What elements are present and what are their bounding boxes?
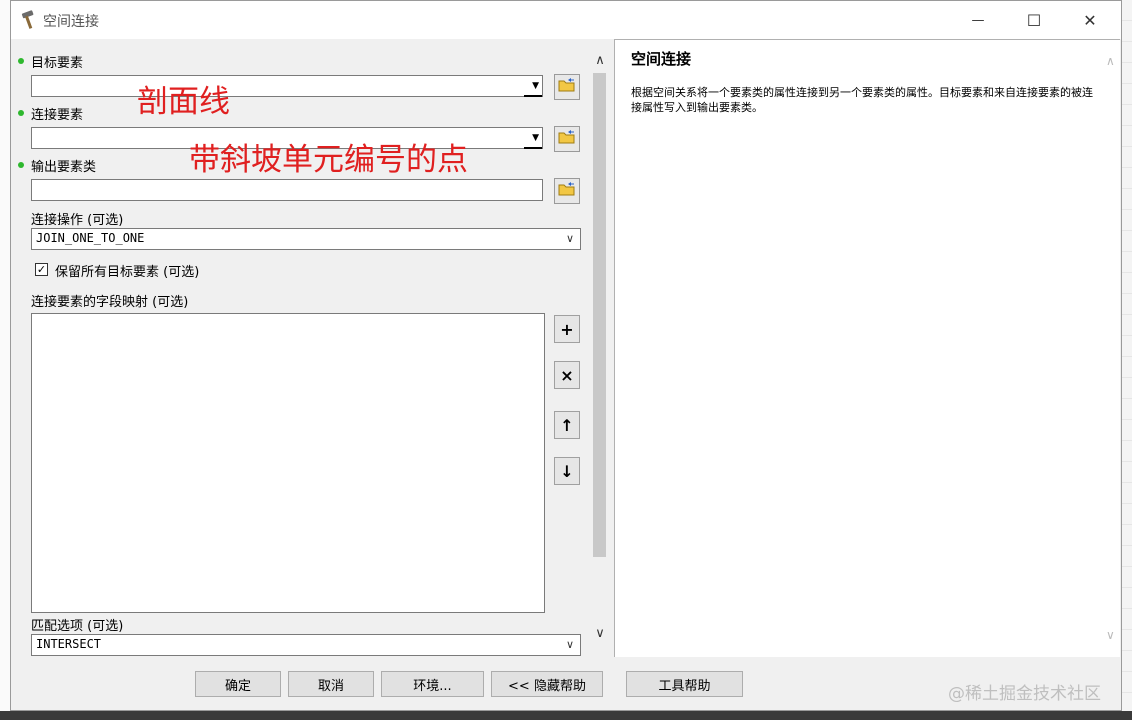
spatial-join-dialog: 空间连接 — ☐ ✕ 目标要素 ▼ 剖面线 连接要素 ▼ 带斜坡单元编号的点 输… bbox=[10, 0, 1122, 711]
window-title: 空间连接 bbox=[43, 14, 99, 30]
help-description: 根据空间关系将一个要素类的属性连接到另一个要素类的属性。目标要素和来自连接要素的… bbox=[631, 86, 1093, 114]
arrow-up-icon: ↑ bbox=[560, 415, 574, 435]
join-operation-label: 连接操作 (可选) bbox=[31, 213, 124, 228]
required-indicator-icon bbox=[18, 58, 24, 64]
taskbar-strip bbox=[0, 711, 1132, 720]
tool-help-button[interactable]: 工具帮助 bbox=[626, 671, 743, 697]
join-features-browse-button[interactable] bbox=[554, 126, 580, 152]
folder-open-icon bbox=[558, 181, 576, 201]
maximize-button[interactable]: ☐ bbox=[1011, 1, 1057, 39]
match-option-label: 匹配选项 (可选) bbox=[31, 619, 124, 634]
minimize-button[interactable]: — bbox=[955, 1, 1001, 39]
output-feature-class-input[interactable] bbox=[31, 179, 543, 201]
help-panel: 空间连接 根据空间关系将一个要素类的属性连接到另一个要素类的属性。目标要素和来自… bbox=[614, 39, 1120, 657]
arrow-down-icon: ↓ bbox=[560, 461, 574, 481]
field-mapping-label: 连接要素的字段映射 (可选) bbox=[31, 295, 189, 310]
scroll-down-icon[interactable]: ∨ bbox=[591, 626, 609, 644]
watermark: @稀土掘金技术社区 bbox=[948, 684, 1101, 704]
check-icon: ✓ bbox=[36, 263, 47, 276]
help-title: 空间连接 bbox=[631, 50, 692, 68]
dropdown-arrow-icon[interactable]: ▼ bbox=[532, 133, 539, 143]
chevron-down-icon: ∨ bbox=[565, 638, 574, 651]
join-features-label: 连接要素 bbox=[31, 108, 84, 123]
match-option-select[interactable]: INTERSECT ∨ bbox=[31, 634, 581, 656]
title-bar: 空间连接 — ☐ ✕ bbox=[11, 1, 1121, 39]
dropdown-arrow-icon[interactable]: ▼ bbox=[532, 81, 539, 91]
required-indicator-icon bbox=[18, 110, 24, 116]
chevron-down-icon: ∨ bbox=[565, 232, 574, 245]
move-down-button[interactable]: ↓ bbox=[554, 457, 580, 485]
remove-icon: × bbox=[560, 365, 574, 385]
target-features-browse-button[interactable] bbox=[554, 74, 580, 100]
maximize-icon: ☐ bbox=[1026, 10, 1042, 30]
plus-icon: + bbox=[560, 319, 574, 339]
parameters-panel: 目标要素 ▼ 剖面线 连接要素 ▼ 带斜坡单元编号的点 输出要素类 连接操作 (… bbox=[11, 39, 611, 657]
output-feature-class-label: 输出要素类 bbox=[31, 160, 97, 175]
output-feature-class-browse-button[interactable] bbox=[554, 178, 580, 204]
close-button[interactable]: ✕ bbox=[1067, 1, 1113, 39]
join-operation-select[interactable]: JOIN_ONE_TO_ONE ∨ bbox=[31, 228, 581, 250]
required-indicator-icon bbox=[18, 162, 24, 168]
parameters-scrollbar[interactable]: ∧ ∨ bbox=[591, 51, 609, 651]
scroll-up-icon[interactable]: ∧ bbox=[1106, 54, 1118, 68]
add-field-button[interactable]: + bbox=[554, 315, 580, 343]
annotation-join: 带斜坡单元编号的点 bbox=[189, 142, 468, 178]
scroll-up-icon[interactable]: ∧ bbox=[591, 53, 609, 71]
target-features-combo[interactable]: ▼ bbox=[31, 75, 543, 97]
match-option-value: INTERSECT bbox=[36, 637, 102, 651]
annotation-target: 剖面线 bbox=[137, 84, 230, 120]
folder-open-icon bbox=[558, 77, 576, 97]
cancel-button[interactable]: 取消 bbox=[288, 671, 374, 697]
hammer-icon bbox=[19, 10, 39, 30]
environments-button[interactable]: 环境... bbox=[381, 671, 484, 697]
minimize-icon: — bbox=[971, 12, 985, 28]
remove-field-button[interactable]: × bbox=[554, 361, 580, 389]
hide-help-button[interactable]: << 隐藏帮助 bbox=[491, 671, 603, 697]
folder-open-icon bbox=[558, 129, 576, 149]
keep-all-targets-checkbox[interactable]: ✓ bbox=[35, 263, 48, 276]
keep-all-targets-label: 保留所有目标要素 (可选) bbox=[55, 265, 200, 280]
close-icon: ✕ bbox=[1083, 10, 1097, 30]
scroll-down-icon[interactable]: ∨ bbox=[1106, 628, 1118, 642]
field-mapping-list[interactable] bbox=[31, 313, 545, 613]
target-features-label: 目标要素 bbox=[31, 56, 84, 71]
scrollbar-thumb[interactable] bbox=[593, 73, 606, 557]
join-operation-value: JOIN_ONE_TO_ONE bbox=[36, 231, 145, 245]
move-up-button[interactable]: ↑ bbox=[554, 411, 580, 439]
ok-button[interactable]: 确定 bbox=[195, 671, 281, 697]
